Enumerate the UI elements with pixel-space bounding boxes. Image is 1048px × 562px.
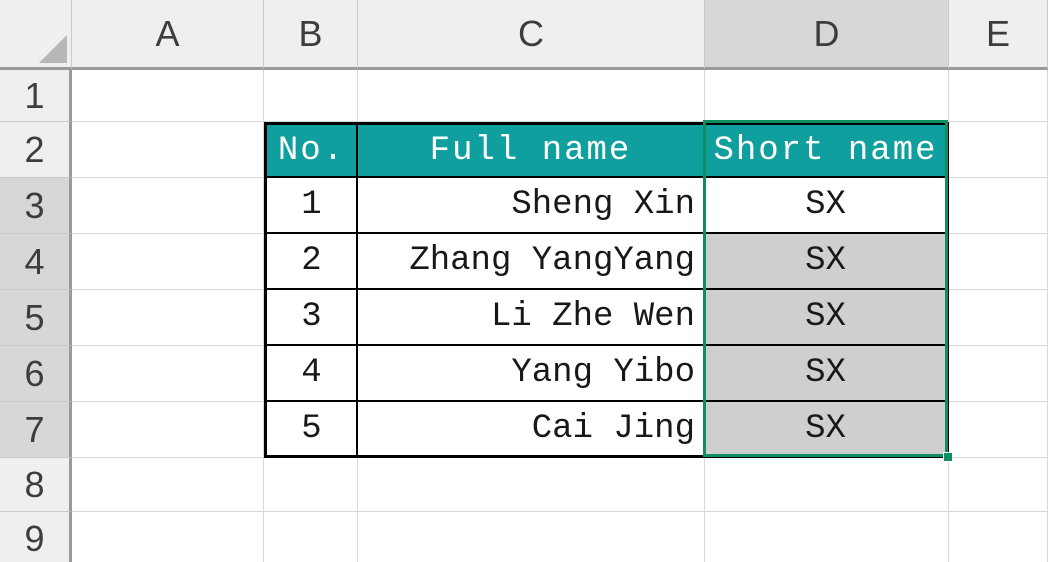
table-cell-no[interactable]: 3 [264,290,358,346]
cell-C8[interactable] [358,458,705,512]
cell-E9[interactable] [949,512,1048,562]
cell-E8[interactable] [949,458,1048,512]
table-cell-shortname[interactable]: SX [705,290,949,346]
row-header-8[interactable]: 8 [0,458,72,512]
cell-A5[interactable] [72,290,264,346]
table-cell-fullname[interactable]: Sheng Xin [358,178,705,234]
cell-A2[interactable] [72,122,264,178]
table-cell-shortname[interactable]: SX [705,178,949,234]
cell-E2[interactable] [949,122,1048,178]
cell-D1[interactable] [705,70,949,122]
cell-E3[interactable] [949,178,1048,234]
row-header-6[interactable]: 6 [0,346,72,402]
cell-C1[interactable] [358,70,705,122]
cell-A8[interactable] [72,458,264,512]
table-cell-shortname[interactable]: SX [705,346,949,402]
cell-B8[interactable] [264,458,358,512]
table-cell-fullname[interactable]: Cai Jing [358,402,705,458]
table-cell-fullname[interactable]: Zhang YangYang [358,234,705,290]
cell-B1[interactable] [264,70,358,122]
cell-E6[interactable] [949,346,1048,402]
row-header-9[interactable]: 9 [0,512,72,562]
cell-C9[interactable] [358,512,705,562]
table-cell-no[interactable]: 5 [264,402,358,458]
table-cell-shortname[interactable]: SX [705,402,949,458]
cell-A4[interactable] [72,234,264,290]
row-header-4[interactable]: 4 [0,234,72,290]
cell-E7[interactable] [949,402,1048,458]
column-header-E[interactable]: E [949,0,1048,70]
table-cell-shortname[interactable]: SX [705,234,949,290]
cell-A9[interactable] [72,512,264,562]
column-header-D[interactable]: D [705,0,949,70]
cell-E5[interactable] [949,290,1048,346]
select-all-corner[interactable] [0,0,72,70]
table-cell-no[interactable]: 1 [264,178,358,234]
cell-A1[interactable] [72,70,264,122]
row-header-5[interactable]: 5 [0,290,72,346]
cell-B9[interactable] [264,512,358,562]
select-all-triangle-icon [39,35,67,63]
cell-A3[interactable] [72,178,264,234]
cell-A6[interactable] [72,346,264,402]
column-header-C[interactable]: C [358,0,705,70]
cell-E1[interactable] [949,70,1048,122]
cell-A7[interactable] [72,402,264,458]
row-header-1[interactable]: 1 [0,70,72,122]
table-cell-no[interactable]: 4 [264,346,358,402]
table-header-no[interactable]: No. [264,122,358,178]
table-cell-no[interactable]: 2 [264,234,358,290]
table-cell-fullname[interactable]: Li Zhe Wen [358,290,705,346]
row-header-7[interactable]: 7 [0,402,72,458]
row-header-3[interactable]: 3 [0,178,72,234]
cell-E4[interactable] [949,234,1048,290]
cell-D9[interactable] [705,512,949,562]
table-header-full[interactable]: Full name [358,122,705,178]
column-header-A[interactable]: A [72,0,264,70]
spreadsheet-grid[interactable]: { "columns": { "labels": ["A", "B", "C",… [0,0,1048,562]
cell-D8[interactable] [705,458,949,512]
table-cell-fullname[interactable]: Yang Yibo [358,346,705,402]
row-header-2[interactable]: 2 [0,122,72,178]
table-header-short[interactable]: Short name [705,122,949,178]
column-header-B[interactable]: B [264,0,358,70]
